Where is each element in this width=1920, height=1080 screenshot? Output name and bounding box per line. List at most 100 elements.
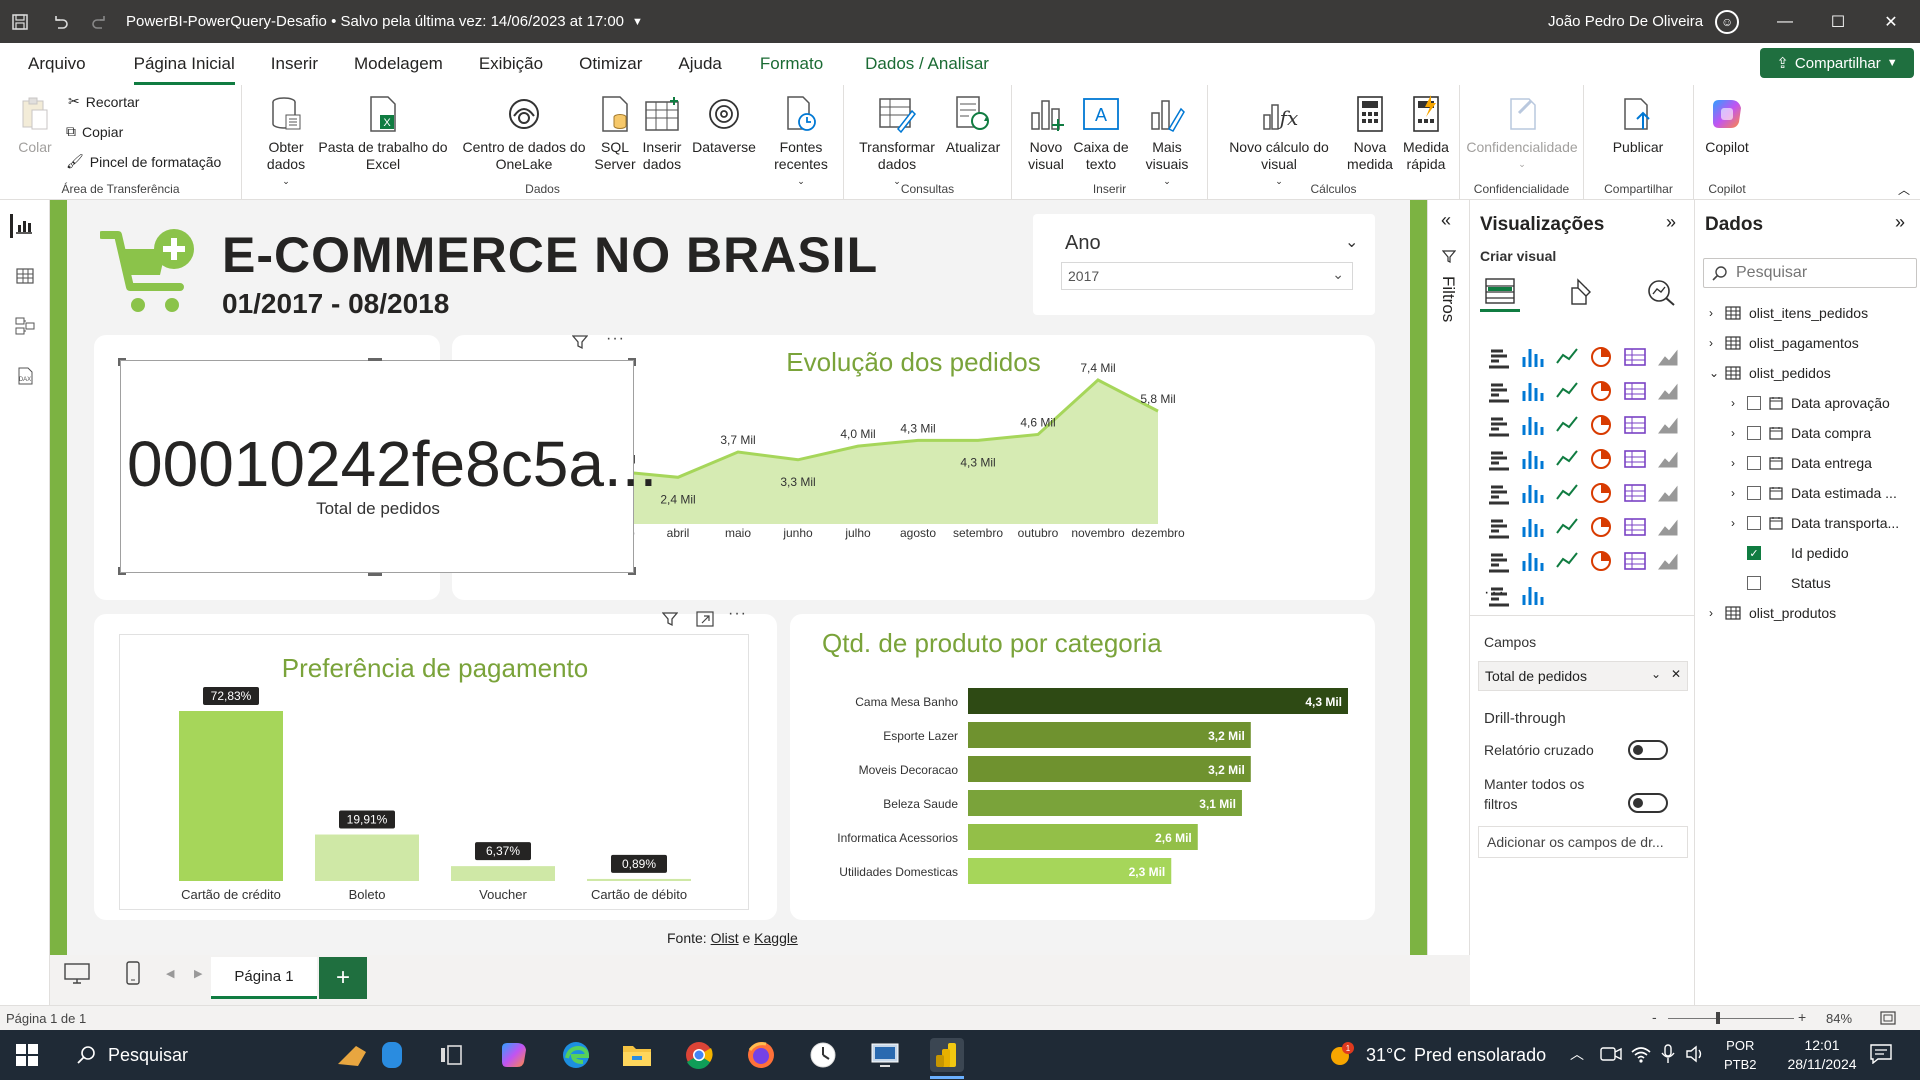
chevron-down-icon[interactable]: ⌄: [1651, 667, 1661, 681]
visual-type-icon[interactable]: [1550, 476, 1584, 510]
field-item[interactable]: › Data compra: [1731, 418, 1871, 448]
mic-icon[interactable]: [1660, 1044, 1676, 1067]
document-title[interactable]: PowerBI-PowerQuery-Desafio • Salvo pela …: [126, 13, 624, 30]
chevron-right-icon[interactable]: ›: [1731, 426, 1747, 440]
visual-type-icon[interactable]: [1618, 408, 1652, 442]
visual-type-icon[interactable]: [1550, 442, 1584, 476]
user-account[interactable]: João Pedro De Oliveira ☺: [1548, 0, 1740, 43]
field-item[interactable]: Status: [1747, 568, 1831, 598]
visual-type-icon[interactable]: [1516, 578, 1550, 612]
notifications-icon[interactable]: [1870, 1044, 1892, 1067]
visual-type-icon[interactable]: [1652, 476, 1686, 510]
chevron-right-icon[interactable]: ›: [1731, 486, 1747, 500]
table-item[interactable]: › olist_pagamentos: [1709, 328, 1859, 358]
visual-type-icon[interactable]: [1652, 374, 1686, 408]
onelake-button[interactable]: Centro de dados do OneLake: [454, 93, 594, 173]
close-button[interactable]: ✕: [1866, 0, 1916, 43]
filter-icon[interactable]: [661, 611, 679, 630]
visual-type-icon[interactable]: [1618, 510, 1652, 544]
save-icon[interactable]: [0, 0, 40, 43]
firefox-icon[interactable]: [744, 1038, 778, 1072]
tab-ajuda[interactable]: Ajuda: [678, 43, 721, 85]
dax-query-view-icon[interactable]: DAX: [13, 364, 37, 388]
visual-type-icon[interactable]: [1550, 408, 1584, 442]
more-options-icon[interactable]: ···: [728, 605, 747, 623]
filter-icon[interactable]: [571, 334, 589, 355]
tab-formato[interactable]: Formato: [760, 43, 823, 85]
page-tab-1[interactable]: Página 1: [211, 957, 317, 999]
collapse-ribbon-icon[interactable]: ︿: [1898, 181, 1910, 198]
visual-type-icon[interactable]: [1482, 510, 1516, 544]
sensitivity-button[interactable]: Confidencialidade ⌄: [1460, 93, 1584, 173]
table-view-icon[interactable]: [13, 264, 37, 288]
chevron-down-icon[interactable]: ⌄: [1709, 366, 1725, 380]
visual-type-icon[interactable]: [1584, 544, 1618, 578]
cross-report-toggle[interactable]: [1628, 740, 1668, 760]
chevron-right-icon[interactable]: ›: [1709, 306, 1725, 320]
chevron-up-icon[interactable]: ︿: [1570, 1044, 1584, 1064]
visual-type-icon[interactable]: [1584, 340, 1618, 374]
chevron-right-icon[interactable]: ›: [1731, 516, 1747, 530]
sql-server-button[interactable]: SQL Server: [592, 93, 638, 173]
tab-arquivo[interactable]: Arquivo: [28, 43, 86, 85]
tab-exibicao[interactable]: Exibição: [479, 43, 543, 85]
tab-pagina-inicial[interactable]: Página Inicial: [133, 43, 235, 85]
new-visual-button[interactable]: Novo visual: [1020, 93, 1072, 173]
visual-type-icon[interactable]: [1516, 408, 1550, 442]
chevron-right-icon[interactable]: ›: [1709, 606, 1725, 620]
cut-button[interactable]: ✂ Recortar: [68, 93, 139, 110]
resize-handle[interactable]: [118, 567, 126, 575]
data-search-input[interactable]: [1736, 264, 1906, 282]
filters-pane-collapsed[interactable]: « Filtros: [1427, 200, 1469, 1023]
model-view-icon[interactable]: [13, 314, 37, 338]
volume-icon[interactable]: [1685, 1044, 1705, 1067]
edge-icon[interactable]: [559, 1038, 593, 1072]
visual-type-icon[interactable]: [1516, 442, 1550, 476]
drillthrough-drop-zone[interactable]: Adicionar os campos de dr...: [1478, 826, 1688, 858]
textbox-button[interactable]: A Caixa de texto: [1072, 93, 1130, 173]
visual-type-icon[interactable]: [1652, 442, 1686, 476]
tab-otimizar[interactable]: Otimizar: [579, 43, 642, 85]
file-explorer-icon[interactable]: [620, 1038, 654, 1072]
undo-icon[interactable]: [40, 0, 80, 43]
copy-button[interactable]: ⧉ Copiar: [66, 123, 123, 140]
tab-modelagem[interactable]: Modelagem: [354, 43, 443, 85]
more-visuals-ellipsis[interactable]: ···: [1484, 584, 1506, 602]
visual-type-icon[interactable]: [1618, 476, 1652, 510]
focus-mode-icon[interactable]: [696, 611, 714, 630]
checkbox[interactable]: [1747, 396, 1761, 410]
checkbox[interactable]: [1747, 456, 1761, 470]
format-painter-button[interactable]: 🖌 Pincel de formatação: [66, 153, 221, 170]
tab-dados-analisar[interactable]: Dados / Analisar: [865, 43, 989, 85]
chevron-down-icon[interactable]: ⌄: [1345, 232, 1358, 252]
visual-type-icon[interactable]: [1482, 408, 1516, 442]
language-indicator[interactable]: POR PTB2: [1724, 1036, 1757, 1074]
visual-type-icon[interactable]: [1652, 408, 1686, 442]
checkbox[interactable]: [1747, 576, 1761, 590]
chevron-down-icon[interactable]: ▼: [632, 16, 643, 28]
source-link-kaggle[interactable]: Kaggle: [754, 930, 798, 946]
visual-type-icon[interactable]: [1482, 544, 1516, 578]
category-bar-chart[interactable]: 4,3 Mil Cama Mesa Banho 3,2 Mil Esporte Laz…: [790, 614, 1375, 920]
get-data-button[interactable]: Obter dados ⌄: [260, 93, 312, 190]
table-item[interactable]: › olist_produtos: [1709, 598, 1836, 628]
checkbox[interactable]: ✓: [1747, 546, 1761, 560]
visual-type-icon[interactable]: [1652, 510, 1686, 544]
visual-type-icon[interactable]: [1618, 442, 1652, 476]
resize-handle[interactable]: [368, 358, 382, 361]
chevron-left-icon[interactable]: ◀: [166, 967, 174, 980]
zoom-in-button[interactable]: +: [1798, 1009, 1806, 1025]
visual-type-icon[interactable]: [1618, 374, 1652, 408]
minimize-button[interactable]: —: [1760, 0, 1810, 43]
zoom-slider-thumb[interactable]: [1716, 1012, 1720, 1024]
visual-type-icon[interactable]: [1584, 442, 1618, 476]
visual-type-icon[interactable]: [1550, 340, 1584, 374]
tab-inserir[interactable]: Inserir: [271, 43, 318, 85]
chevron-right-icon[interactable]: ▶: [194, 967, 202, 980]
excel-button[interactable]: X Pasta de trabalho do Excel: [312, 93, 454, 173]
field-item[interactable]: › Data transporta...: [1731, 508, 1899, 538]
table-item-expanded[interactable]: ⌄ olist_pedidos: [1709, 358, 1831, 388]
visual-type-icon[interactable]: [1584, 374, 1618, 408]
fit-to-page-icon[interactable]: [1880, 1010, 1896, 1029]
transform-data-button[interactable]: Transformar dados ⌄: [854, 93, 940, 190]
